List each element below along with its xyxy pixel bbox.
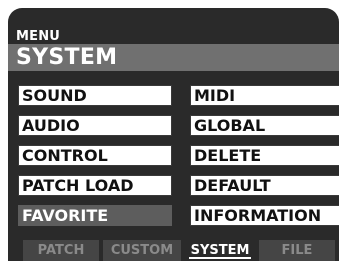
menu-item-sound[interactable]: SOUND <box>18 85 172 106</box>
menu-item-default[interactable]: DEFAULT <box>190 175 339 196</box>
title-bar: SYSTEM <box>8 44 339 71</box>
menu-item-favorite[interactable]: FAVORITE <box>18 205 172 226</box>
tab-bar: PATCH CUSTOM SYSTEM FILE <box>8 240 339 261</box>
menu-item-patch-load[interactable]: PATCH LOAD <box>18 175 172 196</box>
tab-custom[interactable]: CUSTOM <box>103 240 181 261</box>
menu-label: MENU <box>16 29 61 44</box>
header: MENU SYSTEM <box>8 28 339 80</box>
tab-patch[interactable]: PATCH <box>23 240 99 261</box>
menu-item-global[interactable]: GLOBAL <box>190 115 339 136</box>
page-title: SYSTEM <box>16 45 118 70</box>
menu-item-control[interactable]: CONTROL <box>18 145 172 166</box>
menu-item-delete[interactable]: DELETE <box>190 145 339 166</box>
tab-system[interactable]: SYSTEM <box>185 240 255 261</box>
menu-item-midi[interactable]: MIDI <box>190 85 339 106</box>
tab-file[interactable]: FILE <box>259 240 335 261</box>
lcd-screen: MENU SYSTEM SOUND AUDIO CONTROL PATCH LO… <box>8 8 339 261</box>
menu-item-audio[interactable]: AUDIO <box>18 115 172 136</box>
menu-item-information[interactable]: INFORMATION <box>190 205 339 226</box>
